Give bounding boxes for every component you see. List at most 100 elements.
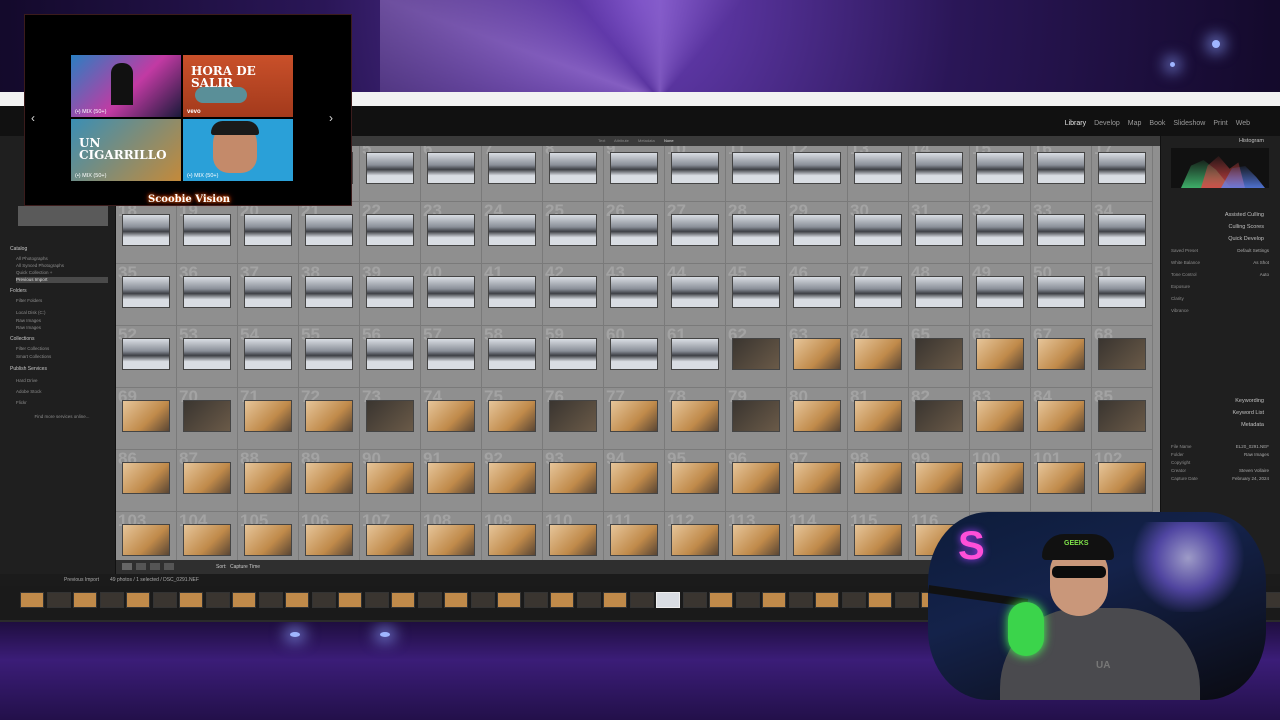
filmstrip-thumbnail[interactable] [20,592,44,608]
filmstrip-thumbnail[interactable] [1265,592,1280,608]
grid-cell[interactable]: 13 [848,139,909,202]
photo-thumbnail[interactable] [793,462,841,494]
grid-cell[interactable]: 74 [421,387,482,450]
photo-thumbnail[interactable] [1098,462,1146,494]
module-slideshow[interactable]: Slideshow [1173,120,1205,127]
grid-cell[interactable]: 72 [299,387,360,450]
folder-item[interactable]: Raw Images [16,318,108,324]
grid-cell[interactable]: 106 [299,511,360,560]
grid-cell[interactable]: 114 [787,511,848,560]
grid-cell[interactable]: 51 [1092,263,1153,326]
histogram-heading[interactable]: Histogram [1239,138,1264,144]
photo-thumbnail[interactable] [427,338,475,370]
photo-thumbnail[interactable] [854,214,902,246]
grid-cell[interactable]: 47 [848,263,909,326]
photo-thumbnail[interactable] [671,400,719,432]
grid-view-icon[interactable] [122,563,132,570]
quick-develop-row[interactable]: Tone Control Auto [1171,272,1269,278]
module-develop[interactable]: Develop [1094,120,1120,127]
grid-cell[interactable]: 24 [482,201,543,264]
filmstrip-thumbnail[interactable] [656,592,680,608]
module-print[interactable]: Print [1213,120,1227,127]
photo-thumbnail[interactable] [305,400,353,432]
grid-cell[interactable]: 31 [909,201,970,264]
photo-thumbnail[interactable] [1098,400,1146,432]
grid-cell[interactable]: 41 [482,263,543,326]
grid-cell[interactable]: 37 [238,263,299,326]
filmstrip-thumbnail[interactable] [205,592,230,608]
grid-cell[interactable]: 10 [665,139,726,202]
publish-item[interactable]: Flickr [16,400,108,406]
music-card[interactable]: UN CIGARRILLO (•) MIX (50+) [71,119,181,181]
filmstrip-thumbnail[interactable] [470,592,495,608]
grid-cell[interactable]: 18 [116,201,177,264]
photo-thumbnail[interactable] [488,524,536,556]
grid-cell[interactable]: 86 [116,449,177,512]
catalog-item[interactable]: Quick Collection + [16,270,108,276]
photo-thumbnail[interactable] [610,214,658,246]
metadata-value[interactable]: February 24, 2024 [1232,476,1269,481]
grid-cell[interactable]: 6 [421,139,482,202]
folder-item[interactable]: Raw Images [16,325,108,331]
photo-thumbnail[interactable] [915,152,963,184]
photo-thumbnail[interactable] [488,152,536,184]
grid-cell[interactable]: 12 [787,139,848,202]
quick-develop-row[interactable]: Vibrance [1171,308,1269,314]
grid-cell[interactable]: 17 [1092,139,1153,202]
photo-thumbnail[interactable] [1098,152,1146,184]
photo-thumbnail[interactable] [915,214,963,246]
grid-cell[interactable]: 101 [1031,449,1092,512]
grid-cell[interactable]: 77 [604,387,665,450]
carousel-prev-icon[interactable]: ‹ [31,111,35,125]
folder-item[interactable]: Local Disk (C:) [16,310,108,316]
photo-thumbnail[interactable] [732,524,780,556]
photo-thumbnail[interactable] [976,462,1024,494]
filmstrip-thumbnail[interactable] [179,592,203,608]
photo-thumbnail[interactable] [610,152,658,184]
photo-thumbnail[interactable] [366,276,414,308]
grid-cell[interactable]: 82 [909,387,970,450]
folders-heading[interactable]: Folders [10,288,27,294]
photo-thumbnail[interactable] [244,524,292,556]
photo-thumbnail[interactable] [671,214,719,246]
section-heading[interactable]: Assisted Culling [1225,212,1264,218]
folder-filter[interactable]: Filter Folders [16,298,108,304]
filter-text[interactable]: Text [598,138,605,143]
photo-thumbnail[interactable] [732,276,780,308]
filmstrip-thumbnail[interactable] [550,592,574,608]
grid-cell[interactable]: 14 [909,139,970,202]
photo-thumbnail[interactable] [488,462,536,494]
grid-cell[interactable]: 45 [726,263,787,326]
grid-cell[interactable]: 32 [970,201,1031,264]
grid-cell[interactable]: 87 [177,449,238,512]
filmstrip-thumbnail[interactable] [497,592,521,608]
grid-cell[interactable]: 103 [116,511,177,560]
loupe-view-icon[interactable] [136,563,146,570]
grid-cell[interactable]: 110 [543,511,604,560]
grid-cell[interactable]: 112 [665,511,726,560]
photo-thumbnail[interactable] [854,338,902,370]
quick-develop-value[interactable]: Auto [1260,272,1269,277]
photo-thumbnail[interactable] [366,152,414,184]
module-library[interactable]: Library [1065,120,1086,127]
grid-cell[interactable]: 66 [970,325,1031,388]
grid-cell[interactable]: 49 [970,263,1031,326]
photo-thumbnail[interactable] [793,524,841,556]
metadata-value[interactable]: Steven Vollaire [1239,468,1269,473]
catalog-item[interactable]: All Synced Photographs [16,263,108,269]
filmstrip-thumbnail[interactable] [444,592,468,608]
filmstrip-thumbnail[interactable] [629,592,654,608]
filmstrip-thumbnail[interactable] [603,592,627,608]
photo-thumbnail[interactable] [854,276,902,308]
filmstrip-thumbnail[interactable] [682,592,707,608]
grid-cell[interactable]: 90 [360,449,421,512]
photo-thumbnail[interactable] [915,338,963,370]
photo-thumbnail[interactable] [915,462,963,494]
photo-thumbnail[interactable] [549,462,597,494]
photo-thumbnail[interactable] [183,524,231,556]
photo-thumbnail[interactable] [671,462,719,494]
filmstrip-source[interactable]: Previous Import [64,577,99,583]
photo-thumbnail[interactable] [549,276,597,308]
photo-thumbnail[interactable] [366,462,414,494]
photo-thumbnail[interactable] [549,338,597,370]
